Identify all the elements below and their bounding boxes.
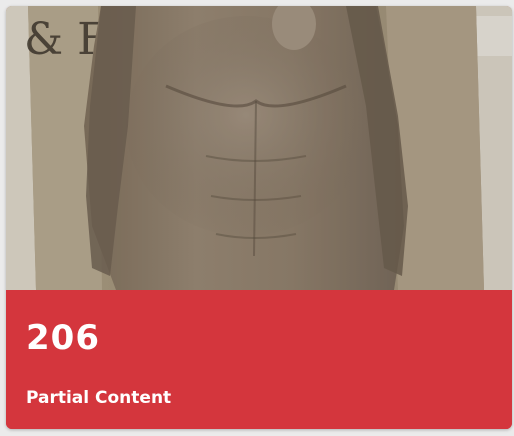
photo-image-icon: & F [6,6,512,290]
status-photo: & F [6,6,512,290]
status-text: Partial Content [26,388,172,408]
status-caption: 206 Partial Content [6,290,512,429]
status-code: 206 [26,318,100,358]
status-card: & F 206 Partial Content [6,6,512,429]
